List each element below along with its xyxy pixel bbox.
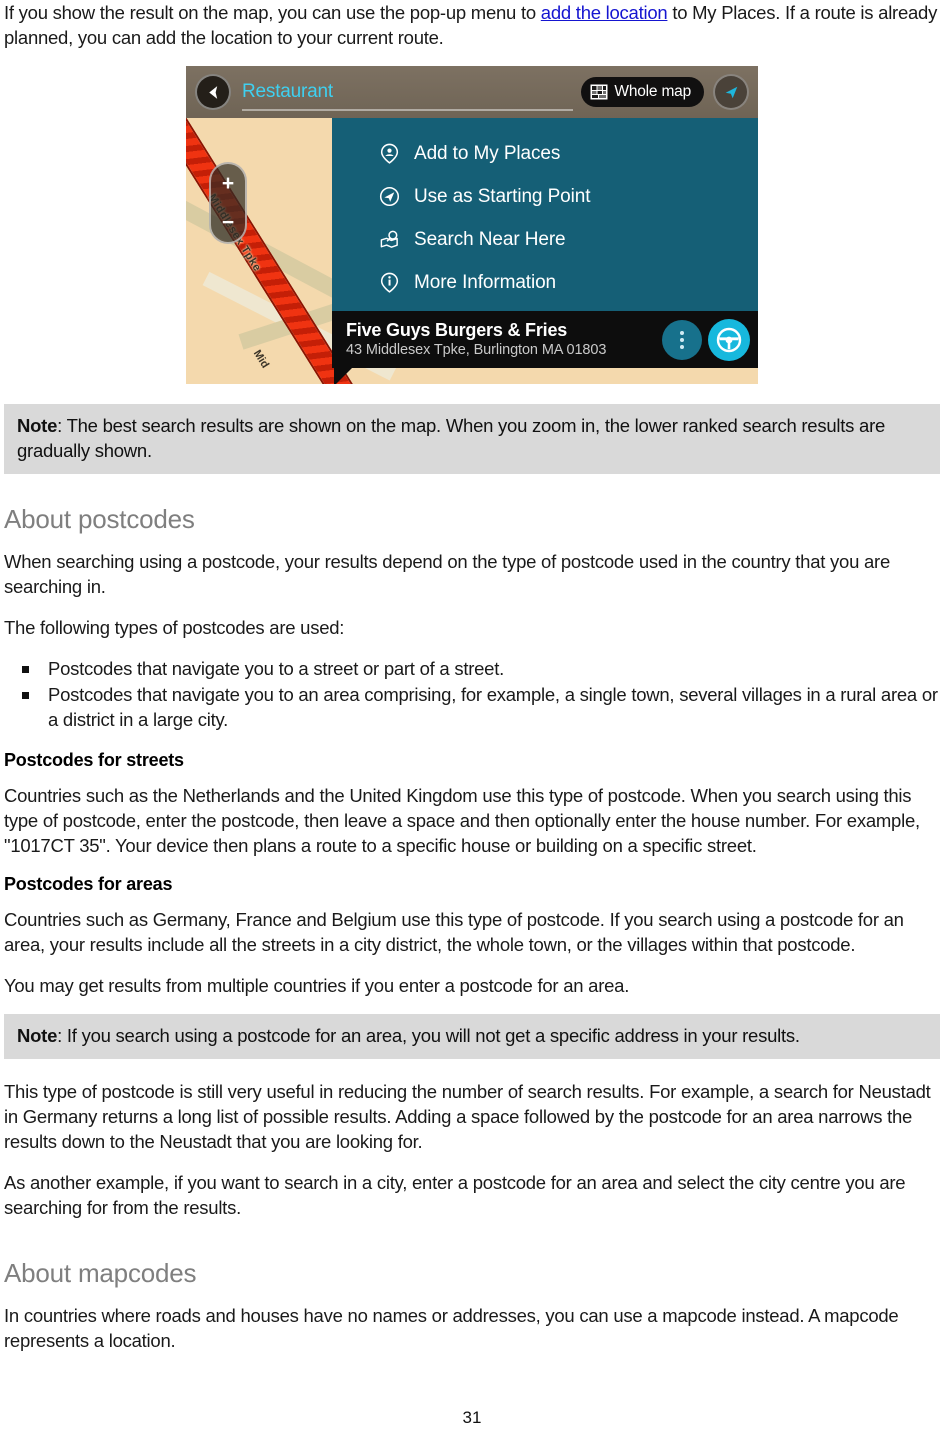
map-grid-icon (590, 84, 608, 100)
result-card-pointer (334, 368, 352, 384)
menu-item-label: Add to My Places (414, 142, 561, 164)
note-label: Note (17, 415, 58, 436)
menu-item-add-to-my-places[interactable]: Add to My Places (332, 132, 758, 175)
section-heading-about-postcodes: About postcodes (4, 504, 195, 534)
whole-map-button[interactable]: Whole map (581, 77, 704, 107)
menu-item-label: Search Near Here (414, 228, 566, 250)
search-query-text: Restaurant (242, 81, 333, 102)
search-near-icon (378, 229, 400, 251)
whole-map-label: Whole map (614, 83, 691, 100)
section-heading-about-mapcodes: About mapcodes (4, 1258, 197, 1288)
more-options-button[interactable] (662, 319, 702, 360)
info-icon (378, 272, 400, 294)
intro-paragraph: If you show the result on the map, you c… (4, 0, 940, 50)
navigation-arrow-icon (725, 86, 737, 98)
result-card-texts: Five Guys Burgers & Fries 43 Middlesex T… (346, 320, 662, 359)
current-location-button[interactable] (713, 74, 749, 110)
result-address: 43 Middlesex Tpke, Burlington MA 01803 (346, 342, 607, 358)
search-underline (242, 109, 574, 111)
device-screenshot-figure: Middlesex Tpke Mid + − Restaurant (4, 66, 940, 384)
note-body: : The best search results are shown on t… (17, 415, 886, 461)
note-label: Note (17, 1025, 58, 1046)
navigation-device-screen: Middlesex Tpke Mid + − Restaurant (186, 66, 758, 384)
steering-wheel-icon (716, 327, 742, 352)
after-note-paragraph-1: This type of postcode is still very usef… (4, 1081, 931, 1152)
note-text: Note: If you search using a postcode for… (17, 1023, 927, 1048)
menu-item-label: Use as Starting Point (414, 185, 591, 207)
mapcodes-paragraph: In countries where roads and houses have… (4, 1305, 899, 1351)
kebab-menu-icon (680, 330, 684, 335)
kebab-menu-icon (680, 344, 684, 349)
note-box-search-results: Note: The best search results are shown … (4, 404, 940, 474)
add-the-location-link[interactable]: add the location (541, 2, 668, 23)
postcodes-areas-paragraph-1: Countries such as Germany, France and Be… (4, 909, 904, 955)
note-box-area-postcode: Note: If you search using a postcode for… (4, 1014, 940, 1059)
back-arrow-icon (208, 85, 217, 99)
result-title: Five Guys Burgers & Fries (346, 320, 568, 340)
subheading-postcodes-for-areas: Postcodes for areas (4, 874, 173, 894)
place-pin-icon (378, 143, 400, 165)
postcodes-areas-paragraph-2: You may get results from multiple countr… (4, 975, 630, 996)
result-card[interactable]: Five Guys Burgers & Fries 43 Middlesex T… (332, 311, 758, 368)
list-item: Postcodes that navigate you to a street … (4, 656, 940, 681)
menu-item-more-information[interactable]: More Information (332, 261, 758, 304)
zoom-out-button[interactable]: − (211, 203, 245, 242)
zoom-in-button[interactable]: + (211, 164, 245, 203)
kebab-menu-icon (680, 337, 684, 342)
popup-menu: Add to My Places Use as Starting Point S… (332, 118, 758, 320)
list-item: Postcodes that navigate you to an area c… (4, 682, 940, 732)
start-point-icon (378, 186, 400, 208)
intro-text-before: If you show the result on the map, you c… (4, 2, 541, 23)
menu-item-label: More Information (414, 271, 557, 293)
after-note-paragraph-2: As another example, if you want to searc… (4, 1172, 906, 1218)
note-text: Note: The best search results are shown … (17, 413, 927, 463)
back-button[interactable] (195, 74, 231, 110)
note-body: : If you search using a postcode for an … (57, 1025, 800, 1046)
postcodes-paragraph-2: The following types of postcodes are use… (4, 617, 345, 638)
menu-item-search-near-here[interactable]: Search Near Here (332, 218, 758, 261)
drive-button[interactable] (708, 318, 750, 361)
page-number: 31 (462, 1408, 482, 1427)
device-top-bar: Restaurant Whole map (186, 66, 758, 118)
postcodes-streets-paragraph: Countries such as the Netherlands and th… (4, 785, 920, 856)
search-input[interactable]: Restaurant (242, 66, 574, 118)
postcodes-paragraph-1: When searching using a postcode, your re… (4, 551, 890, 597)
subheading-postcodes-for-streets: Postcodes for streets (4, 750, 184, 770)
postcode-types-list: Postcodes that navigate you to a street … (4, 656, 940, 732)
map-zoom-control[interactable]: + − (209, 162, 247, 244)
document-page: If you show the result on the map, you c… (0, 0, 944, 1450)
menu-item-use-as-starting-point[interactable]: Use as Starting Point (332, 175, 758, 218)
